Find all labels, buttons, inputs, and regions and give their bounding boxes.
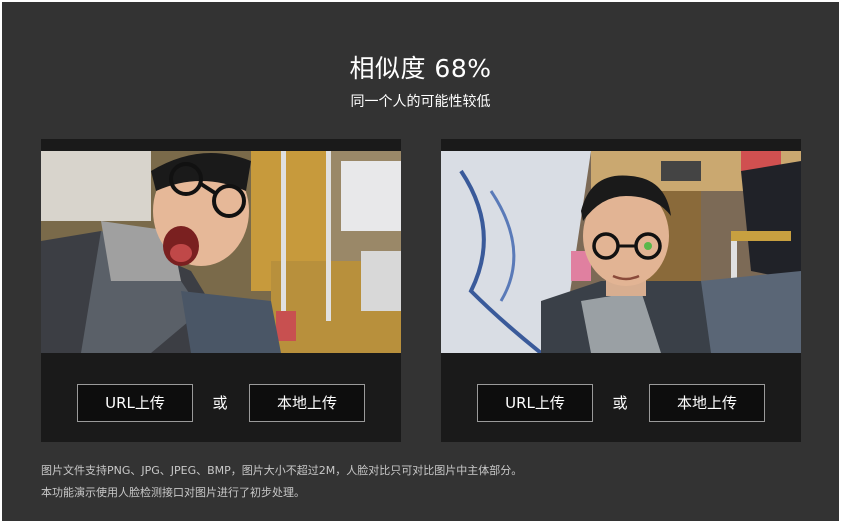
file-format-note: 图片文件支持PNG、JPG、JPEG、BMP，图片大小不超过2M，人脸对比只可对… bbox=[41, 464, 523, 477]
right-upload-controls: URL上传 或 本地上传 bbox=[441, 384, 801, 422]
right-or-label: 或 bbox=[612, 394, 628, 412]
left-face-photo bbox=[41, 151, 401, 353]
similarity-verdict: 同一个人的可能性较低 bbox=[350, 94, 491, 110]
processing-note: 本功能演示使用人脸检测接口对图片进行了初步处理。 bbox=[41, 486, 305, 499]
right-image-panel: URL上传 或 本地上传 bbox=[441, 139, 801, 442]
left-upload-controls: URL上传 或 本地上传 bbox=[41, 384, 401, 422]
left-local-upload-button[interactable]: 本地上传 bbox=[249, 384, 365, 422]
left-image-panel: URL上传 或 本地上传 bbox=[41, 139, 401, 442]
similarity-title: 相似度 68% bbox=[349, 54, 492, 83]
face-compare-stage: 相似度 68% 同一个人的可能性较低 URL上传 或 本地上传 URL上传 或 … bbox=[2, 2, 839, 521]
right-photo-illustration bbox=[441, 151, 801, 353]
right-face-photo bbox=[441, 151, 801, 353]
right-url-upload-button[interactable]: URL上传 bbox=[477, 384, 593, 422]
right-local-upload-button[interactable]: 本地上传 bbox=[649, 384, 765, 422]
left-photo-illustration bbox=[41, 151, 401, 353]
left-url-upload-button[interactable]: URL上传 bbox=[77, 384, 193, 422]
left-or-label: 或 bbox=[212, 394, 228, 412]
